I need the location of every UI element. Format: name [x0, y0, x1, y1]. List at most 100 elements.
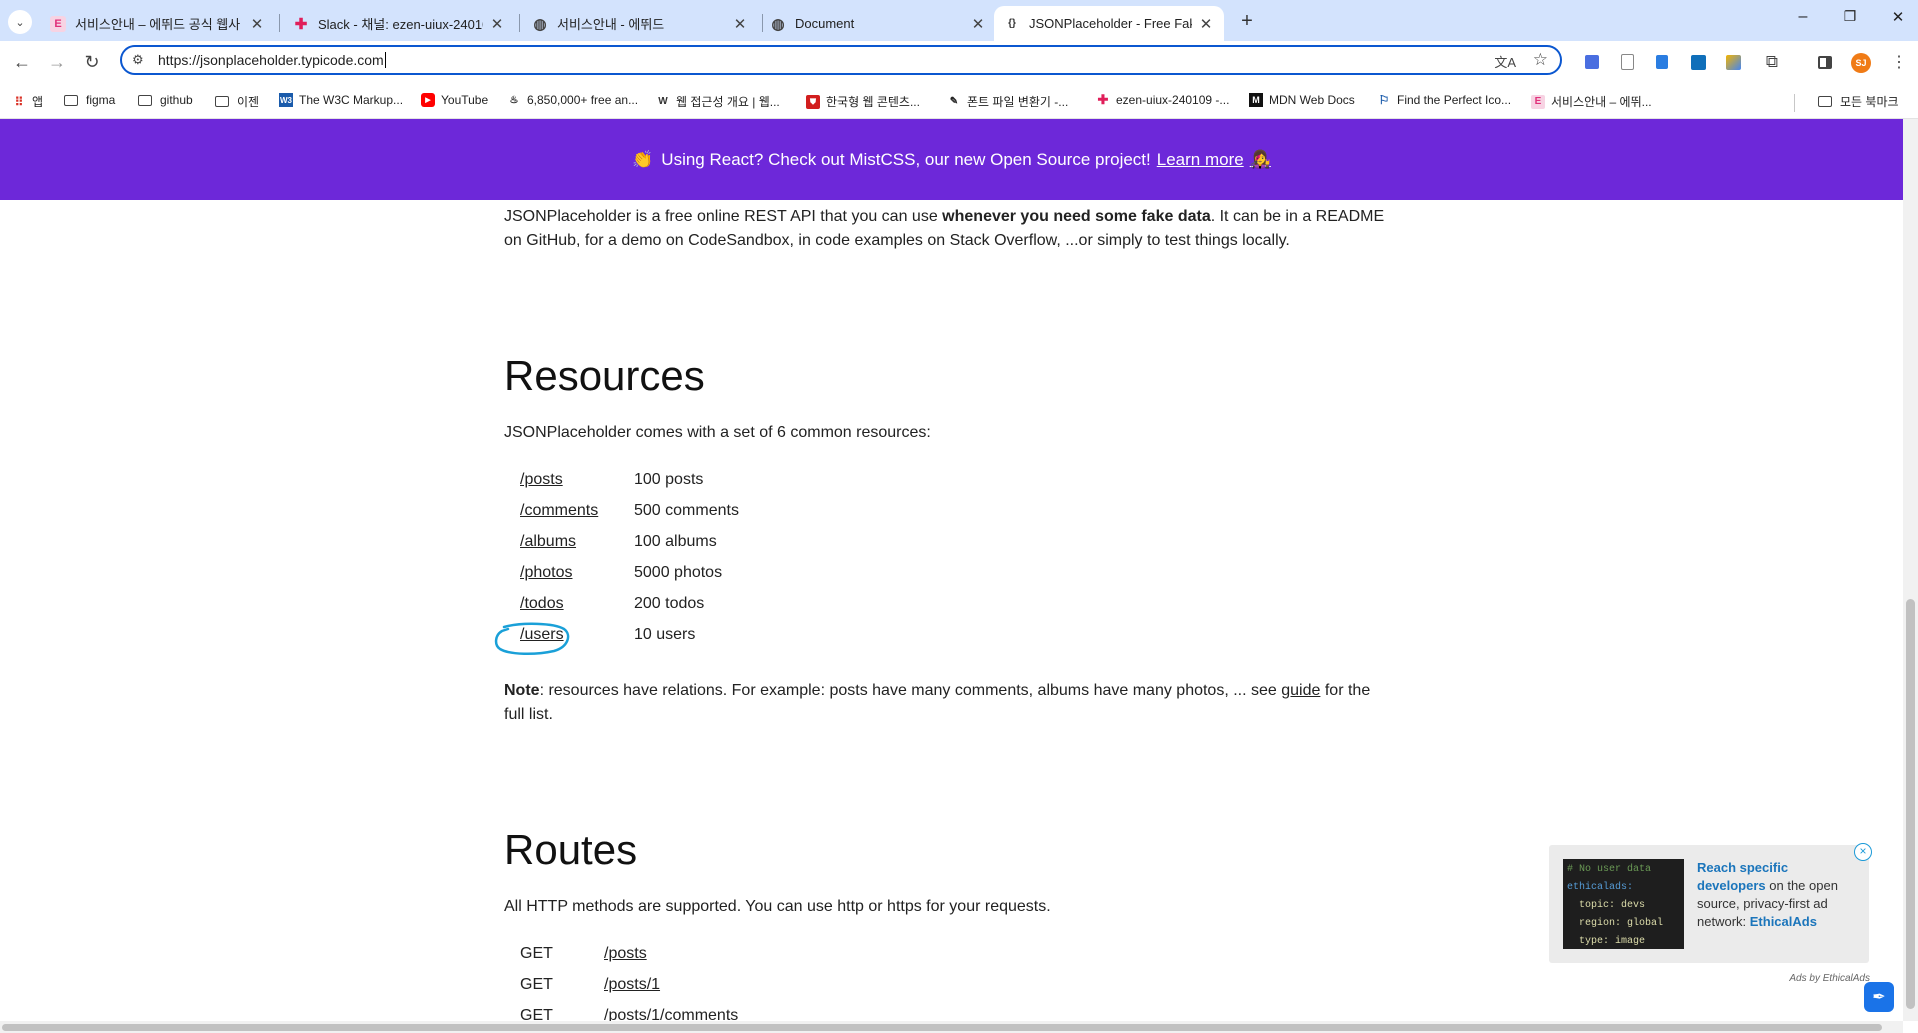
bookmark-label: 이젠: [237, 95, 260, 109]
bookmark-w3c-markup[interactable]: W3 The W3C Markup...: [279, 93, 403, 107]
bookmark-kwcag[interactable]: ⛊ 한국형 웹 콘텐츠...: [806, 93, 920, 110]
resource-link-photos[interactable]: /photos: [520, 564, 572, 581]
close-window-button[interactable]: ✕: [1885, 8, 1911, 32]
extensions-puzzle-icon[interactable]: ⧉: [1762, 52, 1782, 72]
close-icon[interactable]: ✕: [1198, 15, 1214, 33]
globe-icon: ◍: [771, 15, 785, 33]
forward-button[interactable]: →: [44, 49, 70, 75]
bookmark-etude[interactable]: E 서비스안내 – 에뛰...: [1531, 93, 1652, 110]
intro-paragraph: JSONPlaceholder is a free online REST AP…: [504, 205, 1404, 253]
minimize-button[interactable]: –: [1790, 8, 1816, 32]
resource-link-comments[interactable]: /comments: [520, 502, 598, 519]
note-line-2: full list.: [504, 706, 553, 723]
tab-etude-service[interactable]: E 서비스안내 – 에뛰드 공식 웹사 ✕: [40, 6, 275, 41]
close-icon[interactable]: ✕: [732, 15, 748, 33]
tab-title: Slack - 채널: ezen-uiux-24010: [318, 17, 483, 32]
flaticon-icon: ♨: [509, 94, 519, 106]
mdn-icon: M: [1249, 93, 1263, 107]
bookmark-apps[interactable]: ⠿ 앱: [12, 93, 43, 110]
promo-banner: 👏 Using React? Check out MistCSS, our ne…: [0, 119, 1903, 200]
wai-icon: W: [658, 96, 668, 107]
tab-title: 서비스안내 – 에뛰드 공식 웹사: [75, 17, 241, 32]
ad-code-line: topic: devs: [1567, 900, 1646, 911]
profile-avatar[interactable]: SJ: [1851, 53, 1871, 73]
scrollbar-thumb[interactable]: [1906, 599, 1915, 1009]
menu-kebab-icon[interactable]: ⋮: [1889, 52, 1909, 72]
hand-drawn-highlight-circle: [494, 622, 570, 655]
route-link[interactable]: /posts: [604, 945, 647, 962]
extension-reader-icon[interactable]: [1652, 52, 1672, 72]
clapping-hands-icon: 👏: [632, 149, 654, 169]
reload-button[interactable]: ↻: [79, 49, 105, 75]
bookmark-label: Find the Perfect Ico...: [1397, 93, 1512, 107]
tab-document[interactable]: ◍ Document ✕: [760, 6, 996, 41]
extension-page-icon[interactable]: [1617, 52, 1637, 72]
bookmark-star-icon[interactable]: ☆: [1533, 50, 1548, 70]
tab-search-button[interactable]: ⌄: [8, 10, 32, 34]
globe-icon: ◍: [533, 15, 547, 33]
bookmark-free-icons[interactable]: ♨ 6,850,000+ free an...: [507, 93, 639, 107]
url-text[interactable]: https://jsonplaceholder.typicode.com: [158, 52, 384, 68]
text-cursor: [384, 52, 386, 68]
tab-jsonplaceholder[interactable]: {} JSONPlaceholder - Free Fake R ✕: [994, 6, 1224, 41]
resource-count: 100 albums: [634, 533, 717, 550]
ads-by-ethicalads[interactable]: Ads by EthicalAds: [1760, 973, 1870, 984]
tab-slack[interactable]: ✚ Slack - 채널: ezen-uiux-24010 ✕: [283, 6, 515, 41]
arrow-left-icon: ←: [13, 51, 31, 72]
learn-more-link[interactable]: Learn more: [1157, 150, 1244, 170]
horizontal-scrollbar[interactable]: [0, 1021, 1903, 1033]
site-info-icon[interactable]: ⚙: [132, 52, 150, 68]
translate-icon[interactable]: 文A: [1494, 52, 1516, 71]
scrollbar-thumb[interactable]: [2, 1024, 1882, 1031]
vertical-scrollbar[interactable]: [1903, 119, 1918, 1021]
ad-close-button[interactable]: ×: [1854, 843, 1872, 861]
extension-translate-icon[interactable]: [1582, 52, 1602, 72]
side-panel-icon[interactable]: [1815, 52, 1835, 72]
rockstar-icon: 👩‍🎤: [1249, 149, 1271, 169]
bookmark-font-converter[interactable]: ✎ 폰트 파일 변환기 -...: [947, 93, 1068, 110]
ad-brand-link[interactable]: EthicalAds: [1750, 914, 1817, 929]
ad-code-line: region: global: [1567, 918, 1664, 929]
ad-code-line: ethicalads:: [1567, 882, 1634, 893]
ad-copy[interactable]: Reach specific developers on the open so…: [1697, 859, 1857, 931]
bookmark-label: 한국형 웹 콘텐츠...: [826, 95, 920, 109]
resources-heading: Resources: [504, 352, 705, 399]
bookmark-mdn[interactable]: M MDN Web Docs: [1249, 93, 1355, 107]
bookmark-youtube[interactable]: ▶ YouTube: [421, 93, 488, 107]
bookmark-slack-ezen[interactable]: ✚ ezen-uiux-240109 -...: [1096, 92, 1230, 107]
bookmark-web-accessibility[interactable]: W 웹 접근성 개요 | 웹...: [656, 93, 780, 110]
tab-title: JSONPlaceholder - Free Fake R: [1029, 16, 1192, 31]
new-tab-button[interactable]: +: [1234, 8, 1260, 34]
ad-code-line: type: image: [1567, 936, 1646, 947]
guide-link[interactable]: guide: [1281, 682, 1320, 699]
floating-edit-button[interactable]: ✒: [1864, 982, 1894, 1012]
bookmark-label: 모든 북마크: [1840, 95, 1899, 109]
route-link[interactable]: /posts/1: [604, 976, 660, 993]
resource-link-posts[interactable]: /posts: [520, 471, 563, 488]
bookmark-label: github: [160, 93, 193, 107]
extension-code-icon[interactable]: [1688, 52, 1708, 72]
bookmark-label: 웹 접근성 개요 | 웹...: [676, 95, 780, 109]
all-bookmarks-folder[interactable]: 모든 북마크: [1818, 93, 1899, 110]
close-icon[interactable]: ✕: [489, 15, 505, 33]
close-icon[interactable]: ✕: [249, 15, 265, 33]
folder-icon: [64, 94, 78, 106]
bookmark-find-icons[interactable]: ⚐ Find the Perfect Ico...: [1377, 93, 1511, 107]
bookmark-folder-ezen[interactable]: 이젠: [215, 93, 259, 110]
back-button[interactable]: ←: [9, 49, 35, 75]
extension-color-icon[interactable]: [1723, 52, 1743, 72]
bookmark-folder-github[interactable]: github: [138, 93, 193, 107]
close-icon[interactable]: ✕: [970, 15, 986, 33]
bookmark-folder-figma[interactable]: figma: [64, 93, 115, 107]
tab-etude-2[interactable]: ◍ 서비스안내 - 에뛰드 ✕: [522, 6, 758, 41]
resource-link-albums[interactable]: /albums: [520, 533, 576, 550]
address-bar[interactable]: ⚙ https://jsonplaceholder.typicode.com 文…: [120, 45, 1562, 75]
bookmark-label: The W3C Markup...: [299, 93, 404, 107]
browser-toolbar: ← → ↻ ⚙ https://jsonplaceholder.typicode…: [0, 41, 1918, 87]
bookmark-label: 6,850,000+ free an...: [527, 93, 639, 107]
ethical-ad-card[interactable]: # No user data ethicalads: topic: devs re…: [1549, 845, 1869, 963]
bookmark-label: 앱: [32, 95, 44, 109]
resource-link-todos[interactable]: /todos: [520, 595, 564, 612]
maximize-button[interactable]: ❐: [1837, 8, 1863, 32]
bookmark-label: YouTube: [441, 93, 489, 107]
